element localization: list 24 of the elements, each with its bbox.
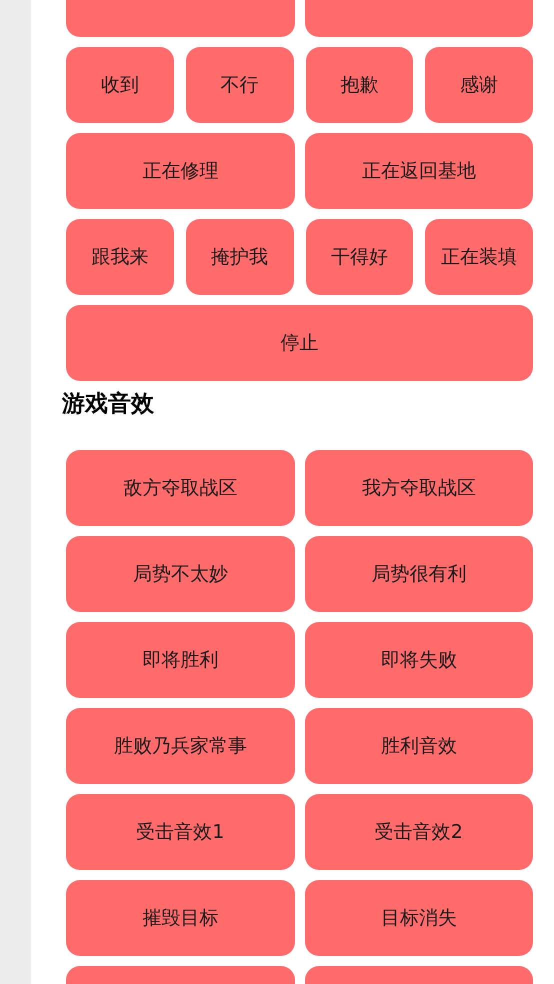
sound-button[interactable]: 我方夺取战区 (304, 450, 533, 526)
section-heading: 游戏音效 (62, 391, 154, 417)
sound-button[interactable]: 感谢 (425, 47, 533, 123)
sound-button[interactable]: 正在返回基地 (304, 133, 533, 209)
sound-button[interactable]: 局势很有利 (304, 536, 533, 612)
sound-button[interactable]: 胜败乃兵家常事 (66, 708, 294, 784)
sound-button[interactable]: 敌方夺取战区 (66, 450, 294, 526)
sound-button[interactable]: 正在修理 (66, 133, 294, 209)
sound-button[interactable]: 摧毁目标 (66, 880, 294, 956)
sound-button[interactable]: 即将失败 (304, 622, 533, 698)
sound-button[interactable]: 掩护我 (186, 219, 294, 295)
sound-button[interactable]: 受击音效2 (304, 794, 533, 870)
sound-button[interactable]: 正在装填 (425, 219, 533, 295)
sound-button[interactable]: 即将胜利 (66, 622, 294, 698)
sound-button[interactable]: 跟我来 (66, 219, 174, 295)
sound-button[interactable]: 局势不太妙 (66, 536, 294, 612)
sound-button[interactable]: 抱歉 (306, 47, 414, 123)
sound-button[interactable]: 受击音效1 (66, 794, 294, 870)
sound-button[interactable]: 胜利音效 (304, 708, 533, 784)
sound-button[interactable]: 目标消失 (304, 880, 533, 956)
sound-button[interactable]: 不行 (186, 47, 294, 123)
sound-button[interactable]: 收到 (66, 47, 174, 123)
sound-button[interactable]: 停止 (66, 305, 533, 381)
sound-button[interactable]: 干得好 (306, 219, 414, 295)
